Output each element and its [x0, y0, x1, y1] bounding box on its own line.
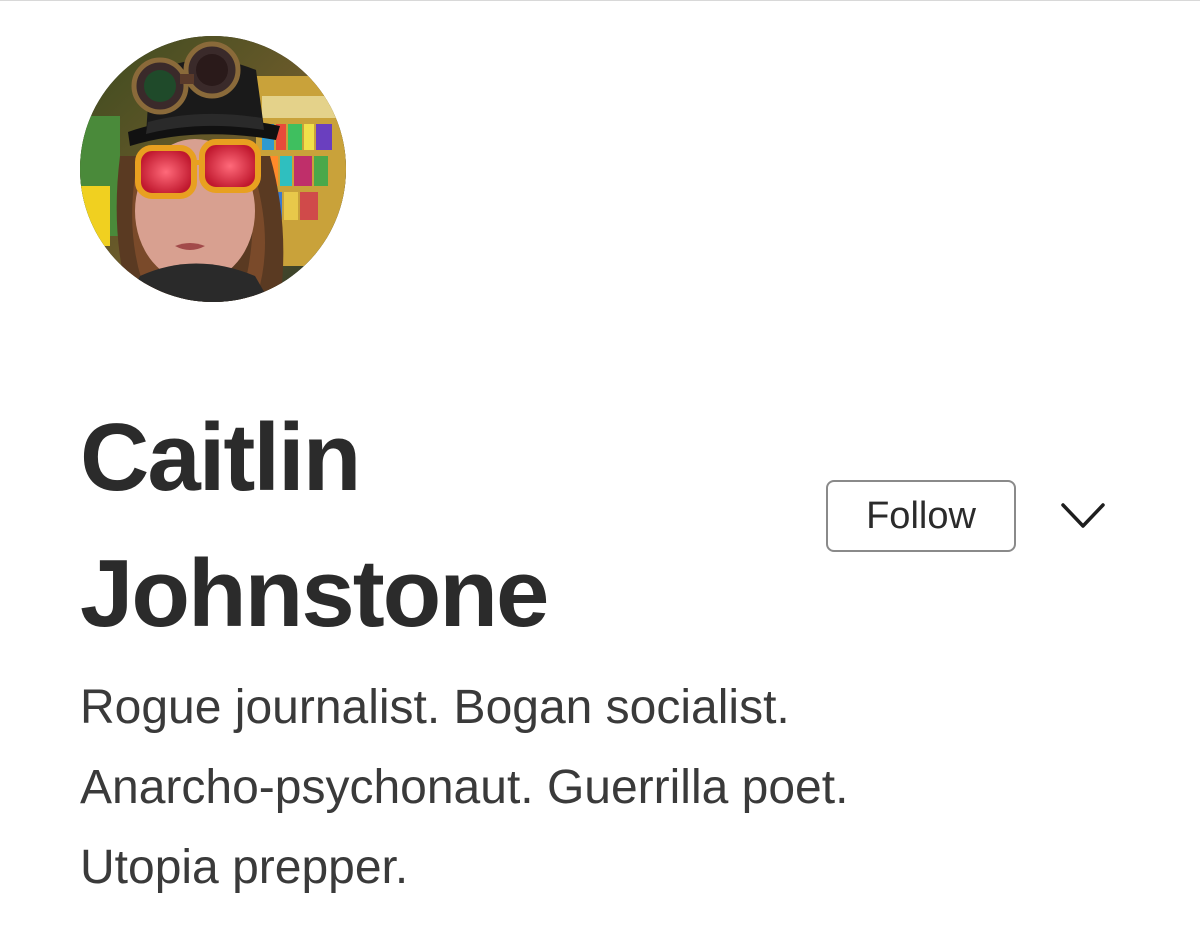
bio-line: Utopia prepper.: [80, 841, 409, 894]
avatar[interactable]: [80, 36, 346, 302]
top-divider: [0, 0, 1200, 1]
profile-name-first: Caitlin: [80, 404, 361, 511]
chevron-down-icon: [1061, 503, 1105, 528]
profile-bio: Rogue journalist. Bogan socialist. Anarc…: [80, 668, 1140, 908]
avatar-image: [80, 36, 346, 302]
follow-button[interactable]: Follow: [826, 480, 1016, 552]
profile-name: Caitlin Johnstone: [80, 390, 700, 662]
bio-line: Rogue journalist. Bogan socialist.: [80, 681, 790, 734]
profile-name-last: Johnstone: [80, 540, 549, 647]
more-options-button[interactable]: [1058, 494, 1108, 538]
bio-line: Anarcho-psychonaut. Guerrilla poet.: [80, 761, 849, 814]
